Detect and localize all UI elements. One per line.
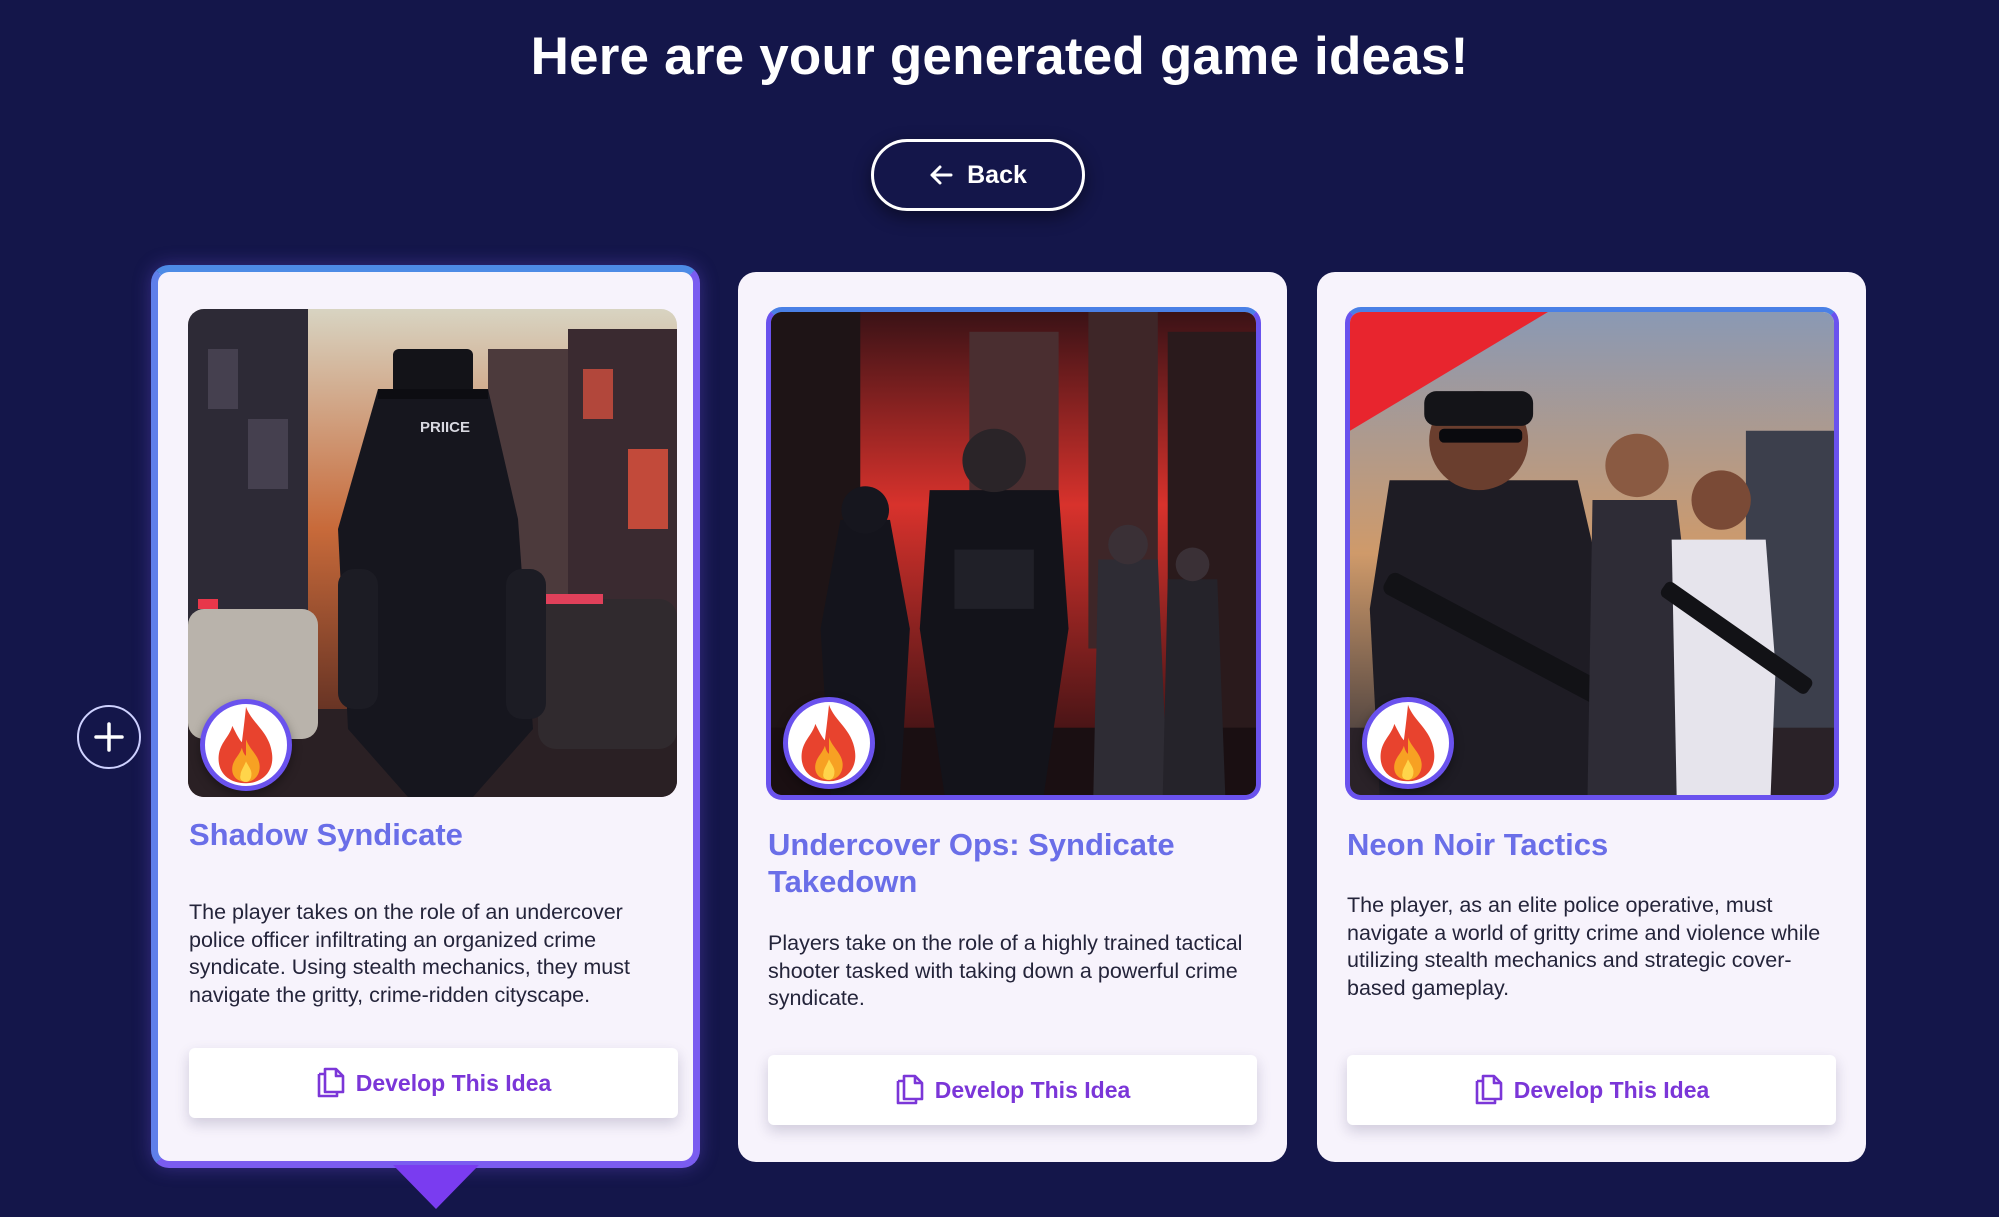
develop-idea-button[interactable]: Develop This Idea [1347, 1055, 1836, 1125]
idea-card-undercover-ops[interactable]: Undercover Ops: Syndicate Takedown Playe… [738, 272, 1287, 1162]
idea-description: Players take on the role of a highly tra… [768, 931, 1243, 1010]
back-button[interactable]: Back [871, 139, 1085, 211]
copy-icon [896, 1074, 924, 1105]
idea-card-neon-noir-tactics[interactable]: Neon Noir Tactics The player, as an elit… [1317, 272, 1866, 1162]
fire-badge [1362, 697, 1454, 789]
fire-badge [783, 697, 875, 789]
fire-icon [218, 706, 273, 784]
add-button[interactable] [77, 705, 141, 769]
idea-card-shadow-syndicate[interactable]: PRIICE Shadow Syndicate The player takes… [151, 265, 700, 1168]
develop-label: Develop This Idea [1513, 1076, 1710, 1103]
idea-title: Undercover Ops: Syndicate Takedown [768, 827, 1175, 899]
fire-icon [1380, 704, 1435, 782]
develop-label: Develop This Idea [355, 1069, 552, 1096]
selected-pointer [393, 1165, 479, 1209]
idea-title: Shadow Syndicate [189, 817, 463, 852]
idea-image [766, 307, 1261, 800]
back-label: Back [967, 160, 1027, 189]
page-title: Here are your generated game ideas! [530, 27, 1469, 86]
idea-description: The player, as an elite police operative… [1347, 893, 1821, 1000]
idea-image [1345, 307, 1839, 800]
arrow-left-icon [930, 165, 953, 185]
develop-label: Develop This Idea [934, 1076, 1131, 1103]
idea-description: The player takes on the role of an under… [189, 900, 630, 1007]
idea-title: Neon Noir Tactics [1347, 827, 1609, 862]
image-text-police: PRIICE [420, 419, 470, 436]
develop-idea-button[interactable]: Develop This Idea [768, 1055, 1257, 1125]
fire-icon [801, 704, 856, 782]
idea-image: PRIICE [188, 309, 677, 797]
develop-idea-button[interactable]: Develop This Idea [189, 1048, 678, 1118]
copy-icon [317, 1067, 345, 1098]
plus-icon [94, 722, 124, 752]
copy-icon [1475, 1074, 1503, 1105]
fire-badge [200, 699, 292, 791]
